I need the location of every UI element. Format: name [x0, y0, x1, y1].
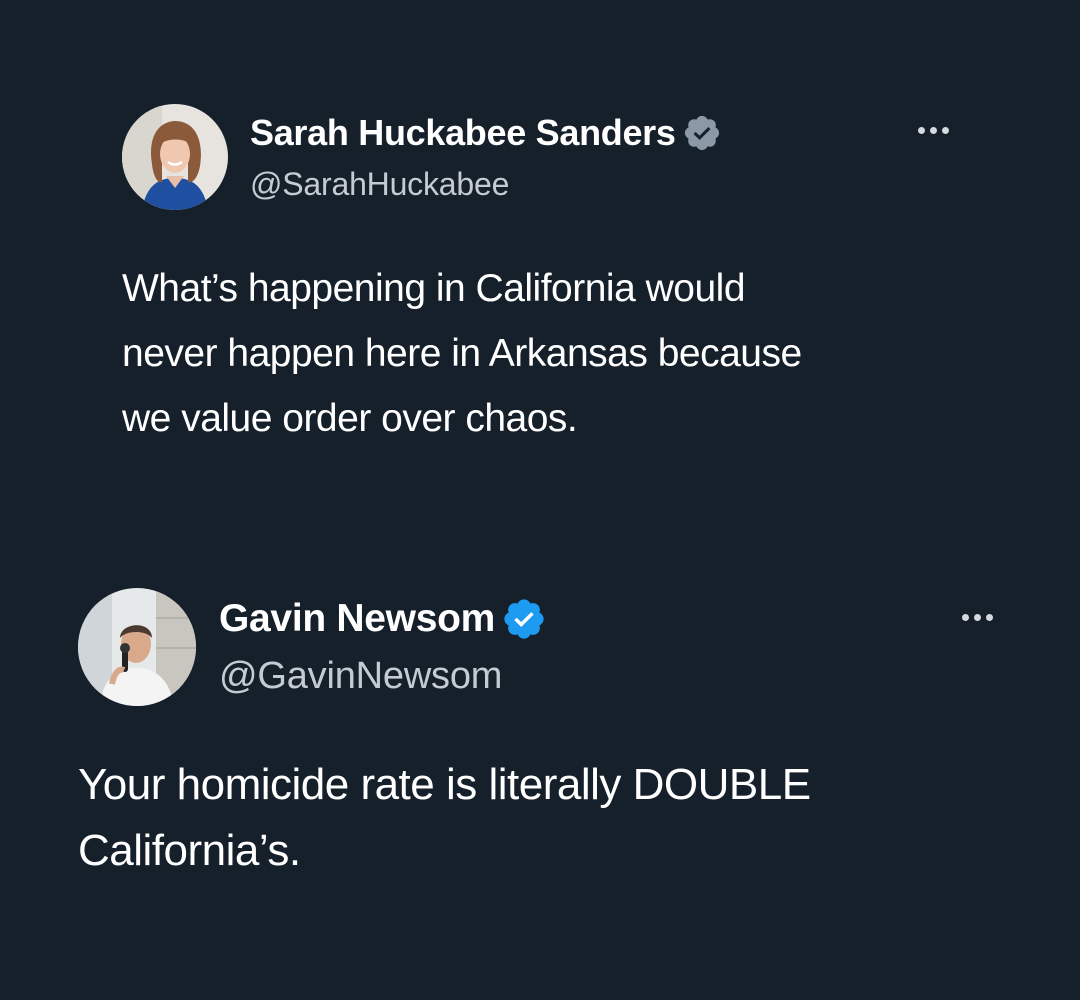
tweet-text-line: never happen here in Arkansas because	[122, 332, 802, 375]
tweet-text-line: What’s happening in California would	[122, 267, 746, 310]
tweet-text: Your homicide rate is literally DOUBLE C…	[78, 752, 811, 884]
author-name-row: Gavin Newsom	[219, 593, 547, 645]
tweet-text-line: California’s.	[78, 826, 301, 875]
more-options-icon[interactable]	[918, 127, 949, 134]
profile-photo-icon	[78, 588, 196, 706]
author-name-row: Sarah Huckabee Sanders	[250, 108, 722, 158]
display-name[interactable]: Sarah Huckabee Sanders	[250, 112, 676, 154]
avatar[interactable]	[78, 588, 196, 706]
tweet-text-line: Your homicide rate is literally DOUBLE	[78, 760, 811, 809]
verified-badge-icon	[501, 596, 547, 642]
more-options-icon[interactable]	[962, 614, 993, 621]
avatar[interactable]	[122, 104, 228, 210]
verified-badge-icon	[682, 113, 722, 153]
display-name[interactable]: Gavin Newsom	[219, 597, 495, 641]
profile-photo-icon	[122, 104, 228, 210]
user-handle[interactable]: @SarahHuckabee	[250, 166, 509, 203]
tweet-text-line: we value order over chaos.	[122, 397, 578, 440]
user-handle[interactable]: @GavinNewsom	[219, 655, 502, 698]
tweet-text: What’s happening in California would nev…	[122, 256, 802, 451]
